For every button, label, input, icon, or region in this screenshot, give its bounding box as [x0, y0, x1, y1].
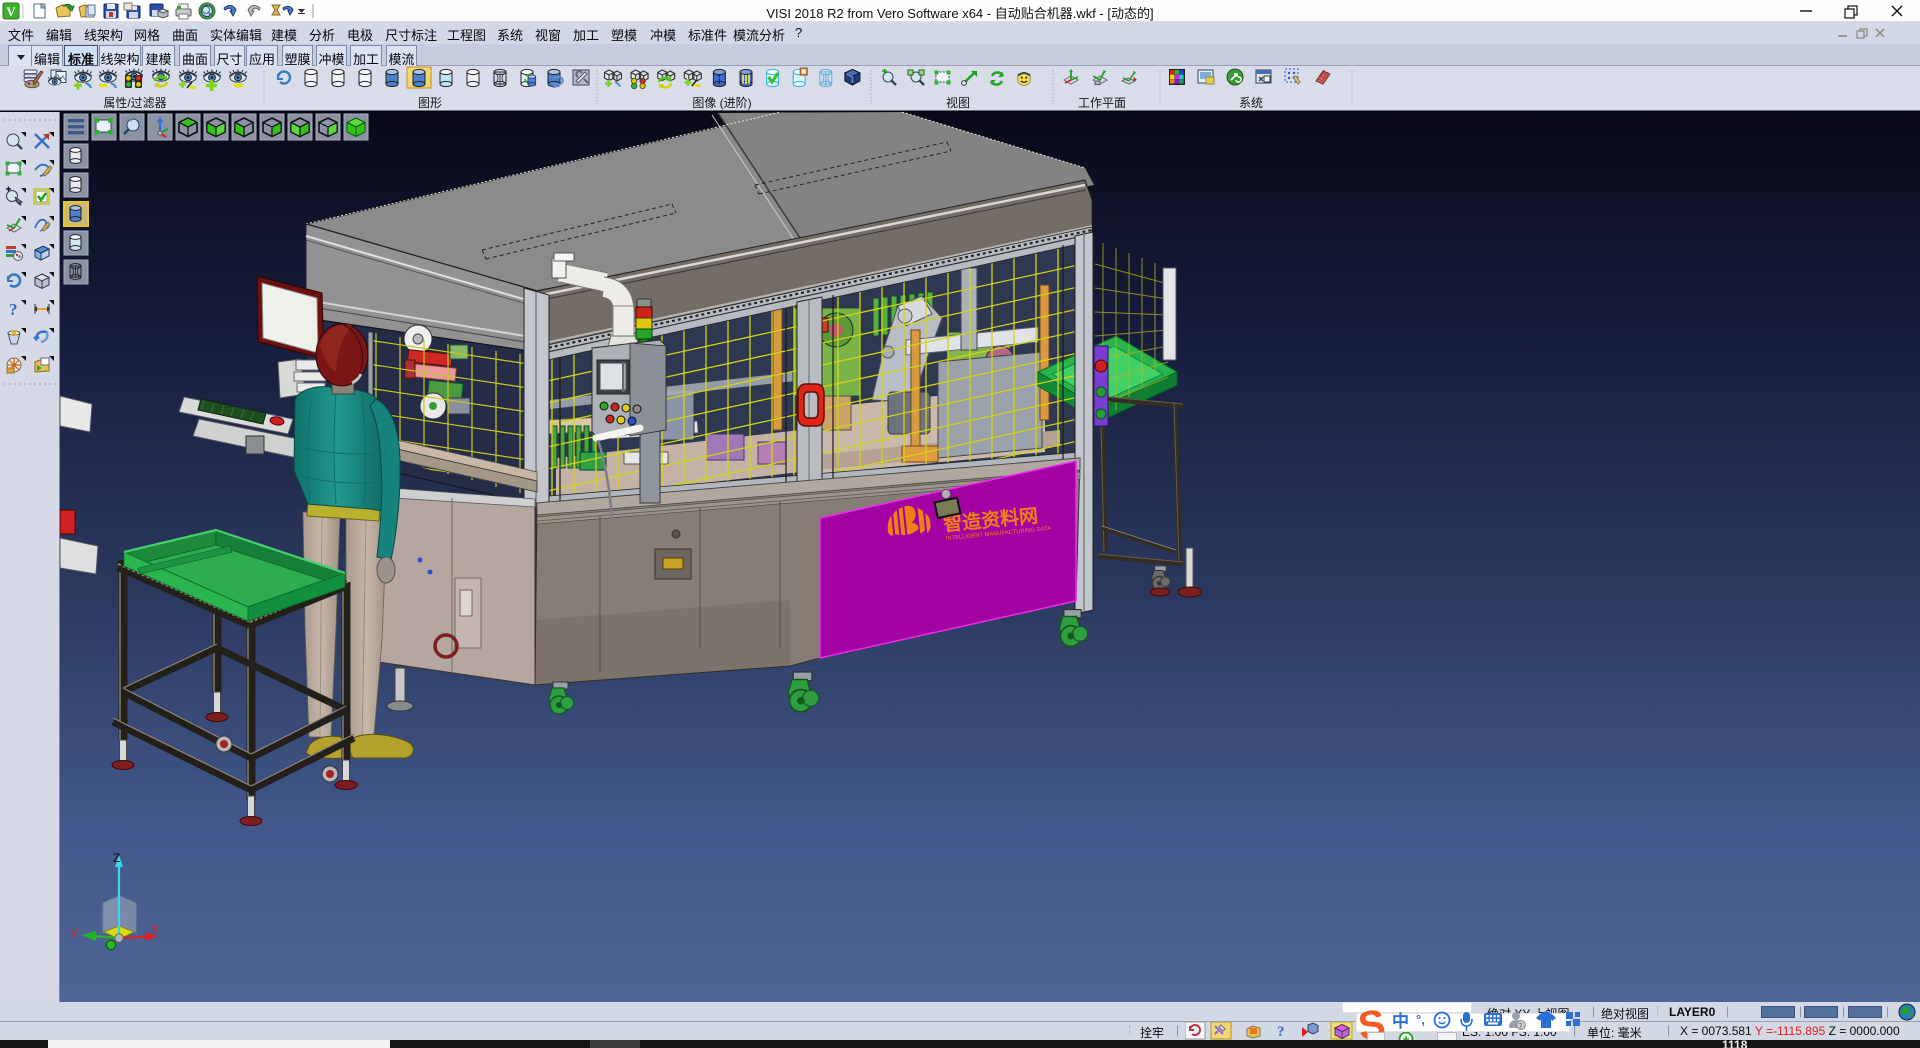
svg-text:X: X: [151, 922, 159, 936]
svg-text:中: 中: [1392, 1011, 1409, 1031]
svg-text:Y: Y: [70, 927, 78, 941]
svg-text:7: 7: [1519, 1024, 1523, 1031]
svg-text:Z: Z: [113, 851, 120, 865]
svg-text:?: ?: [1277, 1024, 1285, 1040]
svg-text:?: ?: [9, 300, 18, 319]
svg-text:°,: °,: [1416, 1012, 1425, 1027]
